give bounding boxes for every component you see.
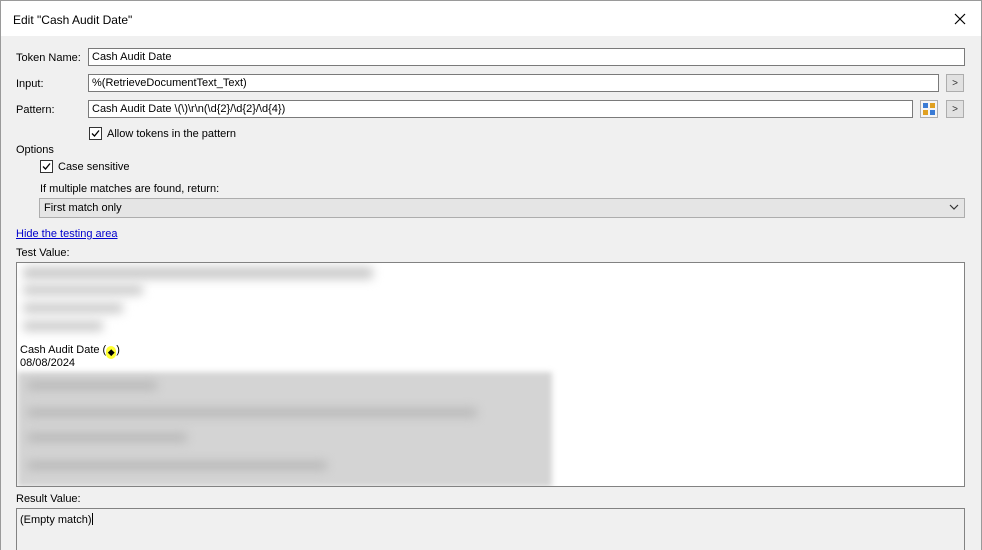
token-name-input[interactable]: Cash Audit Date xyxy=(88,48,965,66)
redacted-text xyxy=(23,285,143,295)
title-bar: Edit "Cash Audit Date" xyxy=(1,1,981,36)
text-caret xyxy=(91,513,93,525)
test-line-2: 08/08/2024 xyxy=(20,357,76,369)
redacted-text xyxy=(27,408,477,417)
test-value-label: Test Value: xyxy=(16,247,70,259)
edit-token-dialog: Edit "Cash Audit Date" Token Name: Cash … xyxy=(0,0,982,550)
redacted-text xyxy=(27,433,187,442)
close-button[interactable] xyxy=(945,5,975,33)
redacted-text xyxy=(27,381,157,390)
result-value-text: (Empty match) xyxy=(20,513,93,526)
hide-testing-area-link[interactable]: Hide the testing area xyxy=(16,228,118,240)
allow-tokens-checkbox[interactable] xyxy=(89,127,102,140)
input-field[interactable]: %(RetrieveDocumentText_Text) xyxy=(88,74,939,92)
token-name-label: Token Name: xyxy=(16,52,81,64)
redacted-text xyxy=(27,461,327,470)
case-sensitive-label: Case sensitive xyxy=(58,161,130,173)
chevron-down-icon xyxy=(949,204,959,210)
pattern-field[interactable]: Cash Audit Date \(\)\r\n(\d{2}/\d{2}/\d{… xyxy=(88,100,913,118)
result-value-label: Result Value: xyxy=(16,493,81,505)
grid-icon xyxy=(923,103,935,115)
checkmark-icon xyxy=(91,130,100,137)
case-sensitive-checkbox[interactable] xyxy=(40,160,53,173)
multiple-matches-value: First match only xyxy=(44,202,122,214)
result-value-textarea[interactable]: (Empty match) xyxy=(16,508,965,550)
input-label: Input: xyxy=(16,78,44,90)
allow-tokens-label: Allow tokens in the pattern xyxy=(107,128,237,140)
checkmark-icon xyxy=(42,163,51,170)
test-value-textarea[interactable]: Cash Audit Date (◆) 08/08/2024 xyxy=(16,262,965,487)
options-heading: Options xyxy=(16,144,54,156)
line-break-marker-icon: ◆ xyxy=(106,346,117,359)
window-title: Edit "Cash Audit Date" xyxy=(13,13,133,27)
close-icon xyxy=(954,13,966,25)
redacted-text xyxy=(23,267,373,279)
multiple-matches-label: If multiple matches are found, return: xyxy=(40,183,220,195)
multiple-matches-select[interactable]: First match only xyxy=(39,198,965,218)
redacted-text xyxy=(23,303,123,313)
redacted-text xyxy=(23,321,103,331)
pattern-browse-button[interactable]: > xyxy=(946,100,964,118)
pattern-builder-button[interactable] xyxy=(920,100,938,118)
pattern-label: Pattern: xyxy=(16,104,55,116)
input-browse-button[interactable]: > xyxy=(946,74,964,92)
